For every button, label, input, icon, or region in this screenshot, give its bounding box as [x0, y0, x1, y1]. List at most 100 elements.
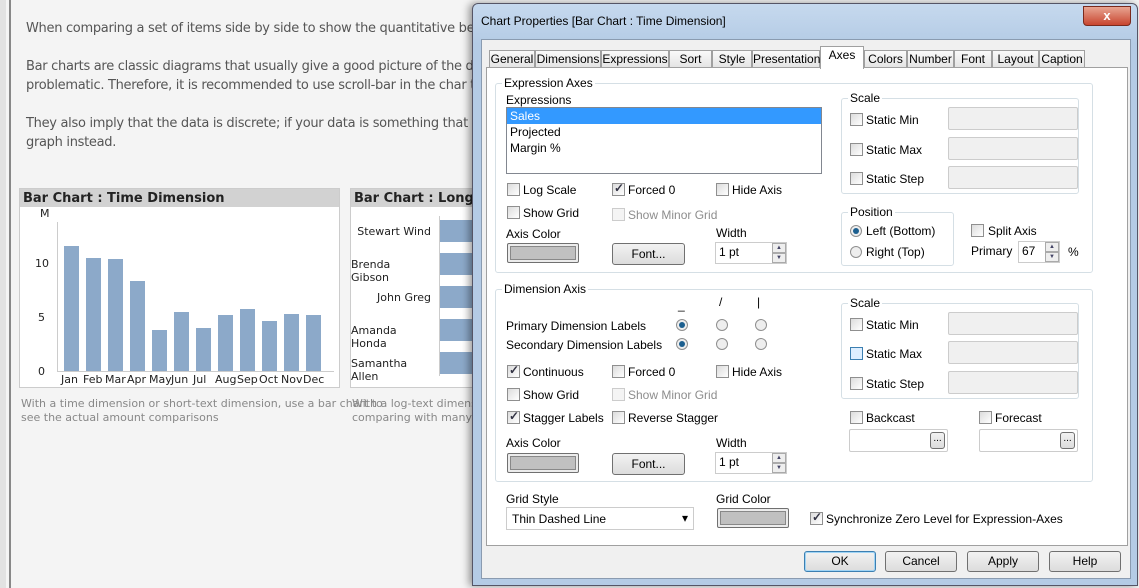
checkbox-label: Forced 0: [628, 183, 676, 197]
font-button[interactable]: Font...: [612, 243, 685, 265]
help-button[interactable]: Help: [1049, 551, 1121, 572]
static-max-checkbox[interactable]: [850, 143, 863, 156]
tab-font[interactable]: Font: [954, 50, 992, 68]
secondary-vertical-radio[interactable]: [755, 338, 767, 350]
primary-label: Primary: [971, 244, 1013, 258]
tab-general[interactable]: General: [489, 50, 535, 68]
y-tick: 5: [38, 311, 45, 324]
checkbox-label: Show Grid: [523, 388, 580, 402]
spin-up-icon[interactable]: ▲: [1045, 242, 1059, 252]
bar-label: Samantha Allen: [351, 357, 408, 383]
tab-dimensions[interactable]: Dimensions: [535, 50, 601, 68]
list-item[interactable]: Projected: [507, 124, 821, 140]
forecast-input[interactable]: ...: [979, 429, 1078, 452]
dialog-body: General Dimensions Expressions Sort Styl…: [481, 39, 1131, 579]
static-max-input[interactable]: [948, 137, 1078, 160]
dim-show-grid-checkbox[interactable]: [507, 388, 520, 401]
dim-static-max-input[interactable]: [948, 341, 1078, 364]
apply-button[interactable]: Apply: [967, 551, 1039, 572]
spin-down-icon[interactable]: ▼: [772, 463, 786, 473]
tab-sort[interactable]: Sort: [669, 50, 712, 68]
dim-width-stepper[interactable]: 1 pt ▲ ▼: [715, 452, 787, 474]
hide-axis-checkbox[interactable]: [716, 183, 729, 196]
spin-down-icon[interactable]: ▼: [772, 253, 786, 263]
backcast-input[interactable]: ...: [849, 429, 948, 452]
list-item[interactable]: Margin %: [507, 140, 821, 156]
cancel-button[interactable]: Cancel: [885, 551, 957, 572]
forecast-checkbox[interactable]: [979, 411, 992, 424]
primary-vertical-radio[interactable]: [755, 319, 767, 331]
x-tick: May: [149, 373, 172, 386]
bar-feb: [86, 257, 101, 371]
checkbox-label: Forecast: [995, 411, 1042, 425]
spin-up-icon[interactable]: ▲: [772, 243, 786, 253]
x-tick: Sep: [237, 373, 258, 386]
show-grid-checkbox[interactable]: [507, 206, 520, 219]
dim-hide-axis-checkbox[interactable]: [716, 365, 729, 378]
primary-stepper[interactable]: 67 ▲ ▼: [1018, 241, 1060, 263]
list-item[interactable]: Sales: [507, 108, 821, 124]
bar-label: Brenda Gibson: [351, 258, 391, 284]
dim-static-step-checkbox[interactable]: [850, 377, 863, 390]
dim-static-min-checkbox[interactable]: [850, 318, 863, 331]
sync-zero-checkbox[interactable]: [810, 510, 823, 525]
radio-label: Left (Bottom): [866, 224, 936, 238]
tab-presentation[interactable]: Presentation: [752, 50, 820, 68]
dim-static-max-checkbox[interactable]: [850, 347, 863, 360]
x-tick: Jan: [61, 373, 78, 386]
dim-font-button[interactable]: Font...: [612, 453, 685, 475]
dim-axis-color-swatch[interactable]: [507, 453, 579, 473]
spin-up-icon[interactable]: ▲: [772, 453, 786, 463]
axis-color-swatch[interactable]: [507, 243, 579, 263]
show-minor-grid-checkbox[interactable]: [612, 208, 625, 221]
backcast-browse-button[interactable]: ...: [930, 432, 945, 449]
continuous-checkbox[interactable]: [507, 363, 520, 378]
dim-forced0-checkbox[interactable]: [612, 365, 625, 378]
stagger-labels-checkbox[interactable]: [507, 409, 520, 424]
primary-diagonal-radio[interactable]: [716, 319, 728, 331]
backcast-checkbox[interactable]: [850, 411, 863, 424]
grid-color-swatch[interactable]: [717, 508, 789, 528]
dim-static-min-input[interactable]: [948, 312, 1078, 335]
dim-show-minor-grid-checkbox[interactable]: [612, 388, 625, 401]
primary-horizontal-radio[interactable]: [676, 319, 688, 331]
time-dimension-chart[interactable]: Bar Chart : Time Dimension M 0 5 10 Jan F…: [19, 188, 340, 388]
log-scale-checkbox[interactable]: [507, 183, 520, 196]
intro-text: When comparing a set of items side by si…: [26, 21, 490, 36]
expressions-list[interactable]: Sales Projected Margin %: [506, 107, 822, 174]
static-min-checkbox[interactable]: [850, 113, 863, 126]
tab-expressions[interactable]: Expressions: [601, 50, 669, 68]
secondary-horizontal-radio[interactable]: [676, 338, 688, 350]
spin-down-icon[interactable]: ▼: [1045, 252, 1059, 262]
tab-colors[interactable]: Colors: [864, 50, 907, 68]
tab-caption[interactable]: Caption: [1039, 50, 1085, 68]
checkbox-label: Static Step: [866, 172, 925, 186]
tab-layout[interactable]: Layout: [992, 50, 1039, 68]
forecast-browse-button[interactable]: ...: [1060, 432, 1075, 449]
forced0-checkbox[interactable]: [612, 181, 625, 196]
tab-axes[interactable]: Axes: [820, 46, 864, 69]
right-top-radio[interactable]: [850, 246, 862, 258]
static-min-input[interactable]: [948, 107, 1078, 130]
grid-style-select[interactable]: Thin Dashed Line: [506, 507, 694, 530]
primary-dim-labels-label: Primary Dimension Labels: [506, 319, 647, 333]
ok-button[interactable]: OK: [804, 551, 876, 572]
static-step-checkbox[interactable]: [850, 172, 863, 185]
tab-number[interactable]: Number: [907, 50, 954, 68]
chart-properties-dialog: Chart Properties [Bar Chart : Time Dimen…: [472, 3, 1138, 586]
bar-jan: [64, 245, 79, 371]
page-border: [9, 0, 11, 588]
checkbox-label: Static Max: [866, 143, 923, 157]
checkbox-label: Split Axis: [988, 224, 1037, 238]
bar-jul: [196, 327, 211, 371]
dim-static-step-input[interactable]: [948, 371, 1078, 394]
long-text-chart[interactable]: Bar Chart : Long-te Stewart Wind Brenda …: [350, 188, 490, 388]
close-button[interactable]: x: [1083, 6, 1131, 26]
width-stepper[interactable]: 1 pt ▲ ▼: [715, 242, 787, 264]
reverse-stagger-checkbox[interactable]: [612, 411, 625, 424]
static-step-input[interactable]: [948, 166, 1078, 189]
split-axis-checkbox[interactable]: [971, 224, 984, 237]
secondary-diagonal-radio[interactable]: [716, 338, 728, 350]
tab-style[interactable]: Style: [712, 50, 752, 68]
left-bottom-radio[interactable]: [850, 225, 862, 237]
